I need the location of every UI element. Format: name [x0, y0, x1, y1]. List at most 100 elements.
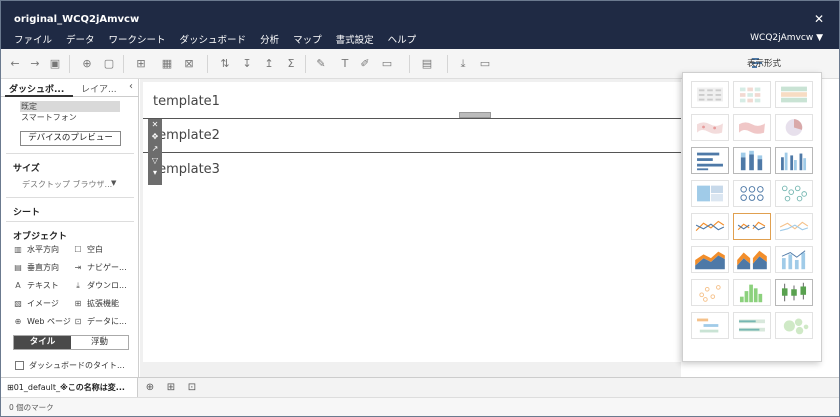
duplicate-icon[interactable]: ▦ [159, 56, 175, 72]
tiled-button[interactable]: タイル [14, 336, 71, 349]
template-2[interactable]: template2 [153, 128, 220, 143]
symbol-map-chart-icon[interactable] [691, 114, 729, 141]
clear-sheet-icon[interactable]: ⊠ [181, 56, 197, 72]
more-options-icon[interactable]: ▾ [148, 167, 162, 179]
device-preview-button[interactable]: デバイスのプレビュー [20, 131, 121, 146]
sheet-tab-dashboard[interactable]: ⊞01_default_※この名称は変... [1, 378, 138, 397]
new-sheet-icon[interactable]: ⊞ [133, 56, 149, 72]
fit-icon[interactable]: ▭ [379, 56, 395, 72]
box-plot-chart-icon[interactable] [775, 279, 813, 306]
stacked-bar-chart-icon[interactable] [733, 147, 771, 174]
new-dashboard-icon[interactable]: ⊞ [165, 382, 177, 394]
collapse-icon[interactable]: ‹ [129, 81, 133, 92]
packed-bubbles-chart-icon[interactable] [775, 312, 813, 339]
menu-help[interactable]: ヘルプ [388, 32, 417, 46]
format-icon[interactable]: ✐ [357, 56, 373, 72]
tiled-floating-toggle: タイル 浮動 [13, 335, 129, 350]
totals-icon[interactable]: Σ [283, 56, 299, 72]
circle-view-chart-icon[interactable] [733, 180, 771, 207]
new-worksheet-icon[interactable]: ⊕ [144, 382, 156, 394]
area-chart-continuous-icon[interactable] [691, 246, 729, 273]
object-text[interactable]: A テキスト [13, 280, 59, 291]
sheet-header: シート [13, 208, 41, 218]
go-to-sheet-icon[interactable]: ↗ [148, 143, 162, 155]
chevron-down-icon[interactable]: ▼ [111, 179, 116, 187]
filter-icon[interactable]: ▽ [148, 155, 162, 167]
tab-dashboard[interactable]: ダッシュボ... [9, 82, 64, 95]
menu-analysis[interactable]: 分析 [260, 32, 279, 46]
sort-asc-icon[interactable]: ↧ [239, 56, 255, 72]
menu-map[interactable]: マップ [293, 32, 322, 46]
side-by-side-circle-chart-icon[interactable] [775, 180, 813, 207]
template-3[interactable]: template3 [153, 162, 220, 177]
object-label: テキスト [27, 281, 59, 290]
menu-dashboard[interactable]: ダッシュボード [180, 32, 247, 46]
toolbar-divider [123, 55, 124, 73]
object-data-story[interactable]: ⊡ データに... [73, 316, 127, 327]
area-chart-discrete-icon[interactable] [733, 246, 771, 273]
new-datasource-icon[interactable]: ⊕ [79, 56, 95, 72]
show-title-checkbox[interactable] [15, 361, 24, 370]
object-label: ナビゲー... [87, 263, 127, 272]
histogram-chart-icon[interactable] [733, 279, 771, 306]
side-tabs: ダッシュボ... レイア... ‹ [1, 79, 139, 97]
toolbar-divider [409, 55, 410, 73]
show-me-panel [682, 72, 822, 362]
pie-chart-icon[interactable] [775, 114, 813, 141]
object-horizontal[interactable]: ▥ 水平方向 [13, 244, 59, 255]
menu-data[interactable]: データ [66, 32, 95, 46]
dual-combination-chart-icon[interactable] [775, 246, 813, 273]
object-blank[interactable]: ☐ 空白 [73, 244, 103, 255]
menu-worksheet[interactable]: ワークシート [109, 32, 166, 46]
heat-map-chart-icon[interactable] [733, 81, 771, 108]
floating-button[interactable]: 浮動 [71, 336, 128, 349]
show-title-row[interactable]: ダッシュボードのタイト... [15, 360, 125, 371]
menu-file[interactable]: ファイル [14, 32, 52, 46]
user-menu[interactable]: WCQ2jAmvcw ▼ [750, 33, 823, 43]
highlight-table-chart-icon[interactable] [775, 81, 813, 108]
object-label: 拡張機能 [87, 299, 119, 308]
dashboard-tab-icon: ⊞ [7, 383, 14, 392]
sort-desc-icon[interactable]: ↥ [261, 56, 277, 72]
line-chart-continuous-icon[interactable] [691, 213, 729, 240]
scatter-plot-chart-icon[interactable] [691, 279, 729, 306]
filled-map-chart-icon[interactable] [733, 114, 771, 141]
save-icon[interactable]: ▣ [47, 56, 63, 72]
undo-icon[interactable]: ← [7, 56, 23, 72]
object-download[interactable]: ⤓ ダウンロ... [73, 280, 126, 291]
dual-line-chart-icon[interactable] [775, 213, 813, 240]
tab-layout[interactable]: レイア... [81, 82, 117, 95]
side-by-side-bar-chart-icon[interactable] [775, 147, 813, 174]
show-cards-icon[interactable]: ▤ [419, 56, 435, 72]
new-story-icon[interactable]: ⊡ [186, 382, 198, 394]
object-image[interactable]: ▧ イメージ [13, 298, 59, 309]
object-extension[interactable]: ⊞ 拡張機能 [73, 298, 119, 309]
horizontal-bar-chart-icon[interactable] [691, 147, 729, 174]
download-icon[interactable]: ⤓ [455, 56, 471, 72]
device-phone[interactable]: スマートフォン [20, 112, 120, 123]
paste-icon[interactable]: ▢ [101, 56, 117, 72]
object-navigation[interactable]: ⇥ ナビゲー... [73, 262, 127, 273]
label-icon[interactable]: T [337, 56, 353, 72]
size-dropdown[interactable]: デスクトップ ブラウザ... [22, 179, 112, 190]
object-vertical[interactable]: ▤ 垂直方向 [13, 262, 59, 273]
extension-icon: ⊞ [74, 299, 82, 308]
show-me-button[interactable]: 表示形式 [747, 57, 781, 69]
highlight-icon[interactable]: ✎ [313, 56, 329, 72]
bullet-graph-chart-icon[interactable] [733, 312, 771, 339]
remove-icon[interactable]: ✕ [148, 119, 162, 131]
dashboard-area[interactable]: template1 template2 template3 ✕ ✥ ↗ ▽ ▾ [143, 82, 681, 362]
gantt-chart-icon[interactable] [691, 312, 729, 339]
device-default[interactable]: 既定 [20, 101, 120, 112]
move-icon[interactable]: ✥ [148, 131, 162, 143]
redo-icon[interactable]: → [27, 56, 43, 72]
object-webpage[interactable]: ⊕ Web ページ [13, 316, 71, 327]
swap-icon[interactable]: ⇅ [217, 56, 233, 72]
text-table-chart-icon[interactable] [691, 81, 729, 108]
presentation-icon[interactable]: ▭ [477, 56, 493, 72]
line-chart-discrete-icon[interactable] [733, 213, 771, 240]
template-1[interactable]: template1 [153, 94, 220, 109]
menu-format[interactable]: 書式設定 [336, 32, 374, 46]
treemap-chart-icon[interactable] [691, 180, 729, 207]
close-icon[interactable]: ✕ [814, 12, 824, 26]
